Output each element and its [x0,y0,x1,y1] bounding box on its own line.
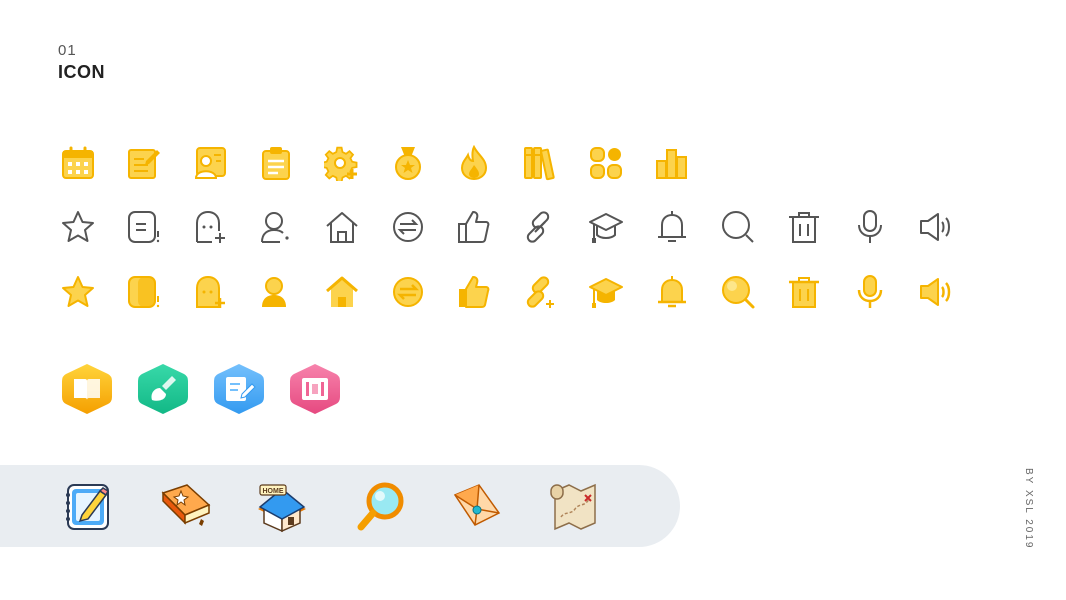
chat-icon [128,276,160,308]
icon-row-filled [60,145,700,181]
bell-icon [658,276,686,308]
trash-icon [789,277,819,308]
ghost-add-icon [196,275,225,308]
speaker-icon [920,278,951,306]
thumbs-up-icon [458,211,490,243]
magnifier-icon [357,482,404,531]
speaker-icon [920,213,950,241]
fire-icon [460,145,488,181]
link-icon [526,211,550,243]
chat-icon [128,211,160,243]
graduation-cap-icon [589,278,623,308]
clipboard-icon [262,147,290,180]
bell-icon [658,211,686,242]
notebook-pen-icon [66,484,109,530]
home-sign-label: HOME [263,488,284,495]
calendar-icon [62,146,94,179]
home-house-icon: HOME [258,484,306,533]
star-icon [62,211,94,242]
film-badge-icon [290,364,340,414]
treasure-map-icon [550,483,596,531]
edit-icon [128,149,160,179]
star-icon [62,276,94,307]
book-badge-icon [62,364,112,414]
note-badge-icon [214,364,264,414]
gear-add-icon [324,146,358,181]
author-credit: BY XSL 2019 [1023,468,1034,550]
badge-row [60,362,360,416]
id-card-icon [194,147,226,179]
books-icon [524,147,555,181]
medal-icon [395,147,421,180]
home-icon [326,212,358,243]
user-icon [262,277,286,307]
search-icon [722,276,755,309]
exchange-icon [393,212,423,242]
section-title: ICON [58,62,105,82]
envelope-icon [453,484,501,526]
link-icon [526,276,554,308]
ghost-add-icon [196,210,225,243]
magic-book-icon [161,484,211,526]
thumbs-up-icon [459,276,490,308]
icon-row-outline [60,209,960,245]
home-icon [326,276,358,307]
search-icon [722,211,754,243]
apps-grid-icon [590,147,622,179]
bar-chart-icon [656,149,687,179]
exchange-icon [393,277,423,307]
icon-row-filled-duotone [60,274,960,310]
trash-icon [789,212,819,243]
microphone-icon [857,275,883,308]
microphone-icon [858,210,882,243]
section-number: 01 [58,42,77,59]
user-icon [261,212,289,243]
brush-badge-icon [138,364,188,414]
graduation-cap-icon [589,213,623,243]
